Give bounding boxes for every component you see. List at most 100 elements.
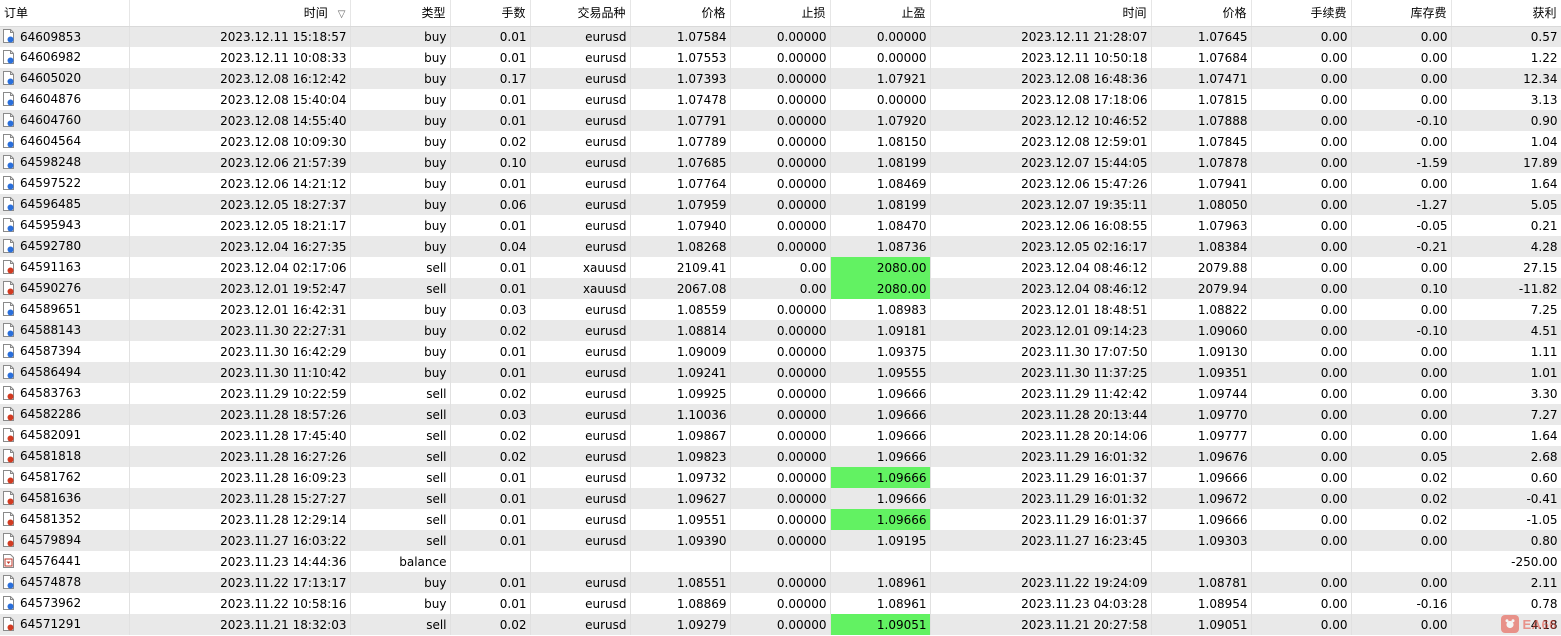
table-row[interactable]: 64588143 2023.11.30 22:27:31 buy 0.02 eurusd… — [0, 320, 1561, 341]
table-row[interactable]: 64581352 2023.11.28 12:29:14 sell 0.01 eurus… — [0, 509, 1561, 530]
order-cell[interactable]: 64582091 — [0, 425, 130, 446]
table-row[interactable]: 64597522 2023.12.06 14:21:12 buy 0.01 eurusd… — [0, 173, 1561, 194]
lots-cell[interactable]: 0.01 — [450, 173, 531, 194]
open-time-cell[interactable]: 2023.11.22 17:13:17 — [129, 572, 351, 593]
stop-loss-cell[interactable]: 0.00000 — [730, 215, 831, 236]
profit-cell[interactable]: 3.30 — [1451, 383, 1561, 404]
lots-cell[interactable]: 0.02 — [450, 446, 531, 467]
close-price-cell[interactable]: 1.09770 — [1151, 404, 1252, 425]
profit-cell[interactable]: 0.80 — [1451, 530, 1561, 551]
type-cell[interactable]: buy — [350, 572, 451, 593]
profit-cell[interactable]: 3.13 — [1451, 89, 1561, 110]
profit-cell[interactable]: 0.90 — [1451, 110, 1561, 131]
type-cell[interactable]: sell — [350, 467, 451, 488]
stop-loss-cell[interactable]: 0.00000 — [730, 404, 831, 425]
lots-cell[interactable]: 0.01 — [450, 110, 531, 131]
take-profit-cell[interactable]: 1.08736 — [830, 236, 931, 257]
close-price-cell[interactable]: 1.08822 — [1151, 299, 1252, 320]
symbol-cell[interactable]: eurusd — [530, 299, 631, 320]
close-time-cell[interactable]: 2023.12.04 08:46:12 — [930, 257, 1152, 278]
profit-cell[interactable]: -1.05 — [1451, 509, 1561, 530]
stop-loss-cell[interactable]: 0.00000 — [730, 467, 831, 488]
commission-cell[interactable]: 0.00 — [1251, 404, 1352, 425]
lots-cell[interactable]: 0.01 — [450, 257, 531, 278]
profit-cell[interactable]: 12.34 — [1451, 68, 1561, 89]
stop-loss-cell[interactable]: 0.00000 — [730, 131, 831, 152]
take-profit-cell[interactable]: 1.09666 — [830, 446, 931, 467]
take-profit-cell[interactable]: 1.08469 — [830, 173, 931, 194]
close-time-cell[interactable]: 2023.12.08 16:48:36 — [930, 68, 1152, 89]
type-cell[interactable]: buy — [350, 236, 451, 257]
stop-loss-cell[interactable]: 0.00000 — [730, 488, 831, 509]
price-cell[interactable]: 1.07553 — [630, 47, 731, 68]
profit-cell[interactable]: 1.04 — [1451, 131, 1561, 152]
table-row[interactable]: 64590276 2023.12.01 19:52:47 sell 0.01 xauus… — [0, 278, 1561, 299]
take-profit-cell[interactable]: 0.00000 — [830, 89, 931, 110]
close-time-cell[interactable]: 2023.11.28 20:13:44 — [930, 404, 1152, 425]
close-time-cell[interactable]: 2023.12.04 08:46:12 — [930, 278, 1152, 299]
column-header-commission[interactable]: 手续费 — [1251, 0, 1352, 27]
close-time-cell[interactable]: 2023.12.07 19:35:11 — [930, 194, 1152, 215]
table-row[interactable]: 64591163 2023.12.04 02:17:06 sell 0.01 xauus… — [0, 257, 1561, 278]
order-cell[interactable]: 64576441 — [0, 551, 130, 572]
order-cell[interactable]: 64587394 — [0, 341, 130, 362]
open-time-cell[interactable]: 2023.11.30 11:10:42 — [129, 362, 351, 383]
column-header-close-time[interactable]: 时间 — [930, 0, 1152, 27]
close-price-cell[interactable] — [1151, 551, 1252, 572]
swap-cell[interactable]: -1.59 — [1351, 152, 1452, 173]
table-row[interactable]: 64581818 2023.11.28 16:27:26 sell 0.02 eurus… — [0, 446, 1561, 467]
close-time-cell[interactable]: 2023.11.29 11:42:42 — [930, 383, 1152, 404]
take-profit-cell[interactable]: 1.09195 — [830, 530, 931, 551]
commission-cell[interactable]: 0.00 — [1251, 320, 1352, 341]
order-cell[interactable]: 64582286 — [0, 404, 130, 425]
type-cell[interactable]: sell — [350, 425, 451, 446]
take-profit-cell[interactable]: 1.09555 — [830, 362, 931, 383]
symbol-cell[interactable]: eurusd — [530, 383, 631, 404]
symbol-cell[interactable]: eurusd — [530, 89, 631, 110]
commission-cell[interactable]: 0.00 — [1251, 446, 1352, 467]
stop-loss-cell[interactable]: 0.00000 — [730, 509, 831, 530]
take-profit-cell[interactable]: 1.09375 — [830, 341, 931, 362]
price-cell[interactable]: 1.09279 — [630, 614, 731, 635]
close-time-cell[interactable]: 2023.12.06 15:47:26 — [930, 173, 1152, 194]
symbol-cell[interactable]: eurusd — [530, 47, 631, 68]
symbol-cell[interactable]: eurusd — [530, 404, 631, 425]
lots-cell[interactable]: 0.01 — [450, 572, 531, 593]
open-time-cell[interactable]: 2023.11.28 16:09:23 — [129, 467, 351, 488]
price-cell[interactable]: 1.07478 — [630, 89, 731, 110]
profit-cell[interactable]: -250.00 — [1451, 551, 1561, 572]
swap-cell[interactable]: 0.00 — [1351, 614, 1452, 635]
commission-cell[interactable]: 0.00 — [1251, 341, 1352, 362]
close-time-cell[interactable]: 2023.11.21 20:27:58 — [930, 614, 1152, 635]
table-row[interactable]: 64582286 2023.11.28 18:57:26 sell 0.03 eurus… — [0, 404, 1561, 425]
close-time-cell[interactable]: 2023.11.29 16:01:37 — [930, 509, 1152, 530]
order-cell[interactable]: 64579894 — [0, 530, 130, 551]
close-price-cell[interactable]: 1.09744 — [1151, 383, 1252, 404]
commission-cell[interactable]: 0.00 — [1251, 425, 1352, 446]
type-cell[interactable]: buy — [350, 110, 451, 131]
lots-cell[interactable]: 0.06 — [450, 194, 531, 215]
lots-cell[interactable]: 0.02 — [450, 614, 531, 635]
take-profit-cell[interactable]: 1.08199 — [830, 194, 931, 215]
close-price-cell[interactable]: 1.07471 — [1151, 68, 1252, 89]
stop-loss-cell[interactable]: 0.00000 — [730, 110, 831, 131]
type-cell[interactable]: buy — [350, 26, 451, 47]
profit-cell[interactable]: 1.11 — [1451, 341, 1561, 362]
close-price-cell[interactable]: 1.07963 — [1151, 215, 1252, 236]
close-time-cell[interactable]: 2023.11.27 16:23:45 — [930, 530, 1152, 551]
order-cell[interactable]: 64581762 — [0, 467, 130, 488]
open-time-cell[interactable]: 2023.12.01 16:42:31 — [129, 299, 351, 320]
lots-cell[interactable] — [450, 551, 531, 572]
open-time-cell[interactable]: 2023.12.04 16:27:35 — [129, 236, 351, 257]
order-cell[interactable]: 64586494 — [0, 362, 130, 383]
open-time-cell[interactable]: 2023.11.28 15:27:27 — [129, 488, 351, 509]
table-row[interactable]: 64604876 2023.12.08 15:40:04 buy 0.01 eurusd… — [0, 89, 1561, 110]
order-cell[interactable]: 64604760 — [0, 110, 130, 131]
price-cell[interactable]: 1.09390 — [630, 530, 731, 551]
price-cell[interactable]: 1.07685 — [630, 152, 731, 173]
order-cell[interactable]: 64609853 — [0, 26, 130, 47]
swap-cell[interactable]: 0.00 — [1351, 89, 1452, 110]
stop-loss-cell[interactable]: 0.00000 — [730, 446, 831, 467]
commission-cell[interactable]: 0.00 — [1251, 47, 1352, 68]
swap-cell[interactable]: 0.00 — [1351, 68, 1452, 89]
